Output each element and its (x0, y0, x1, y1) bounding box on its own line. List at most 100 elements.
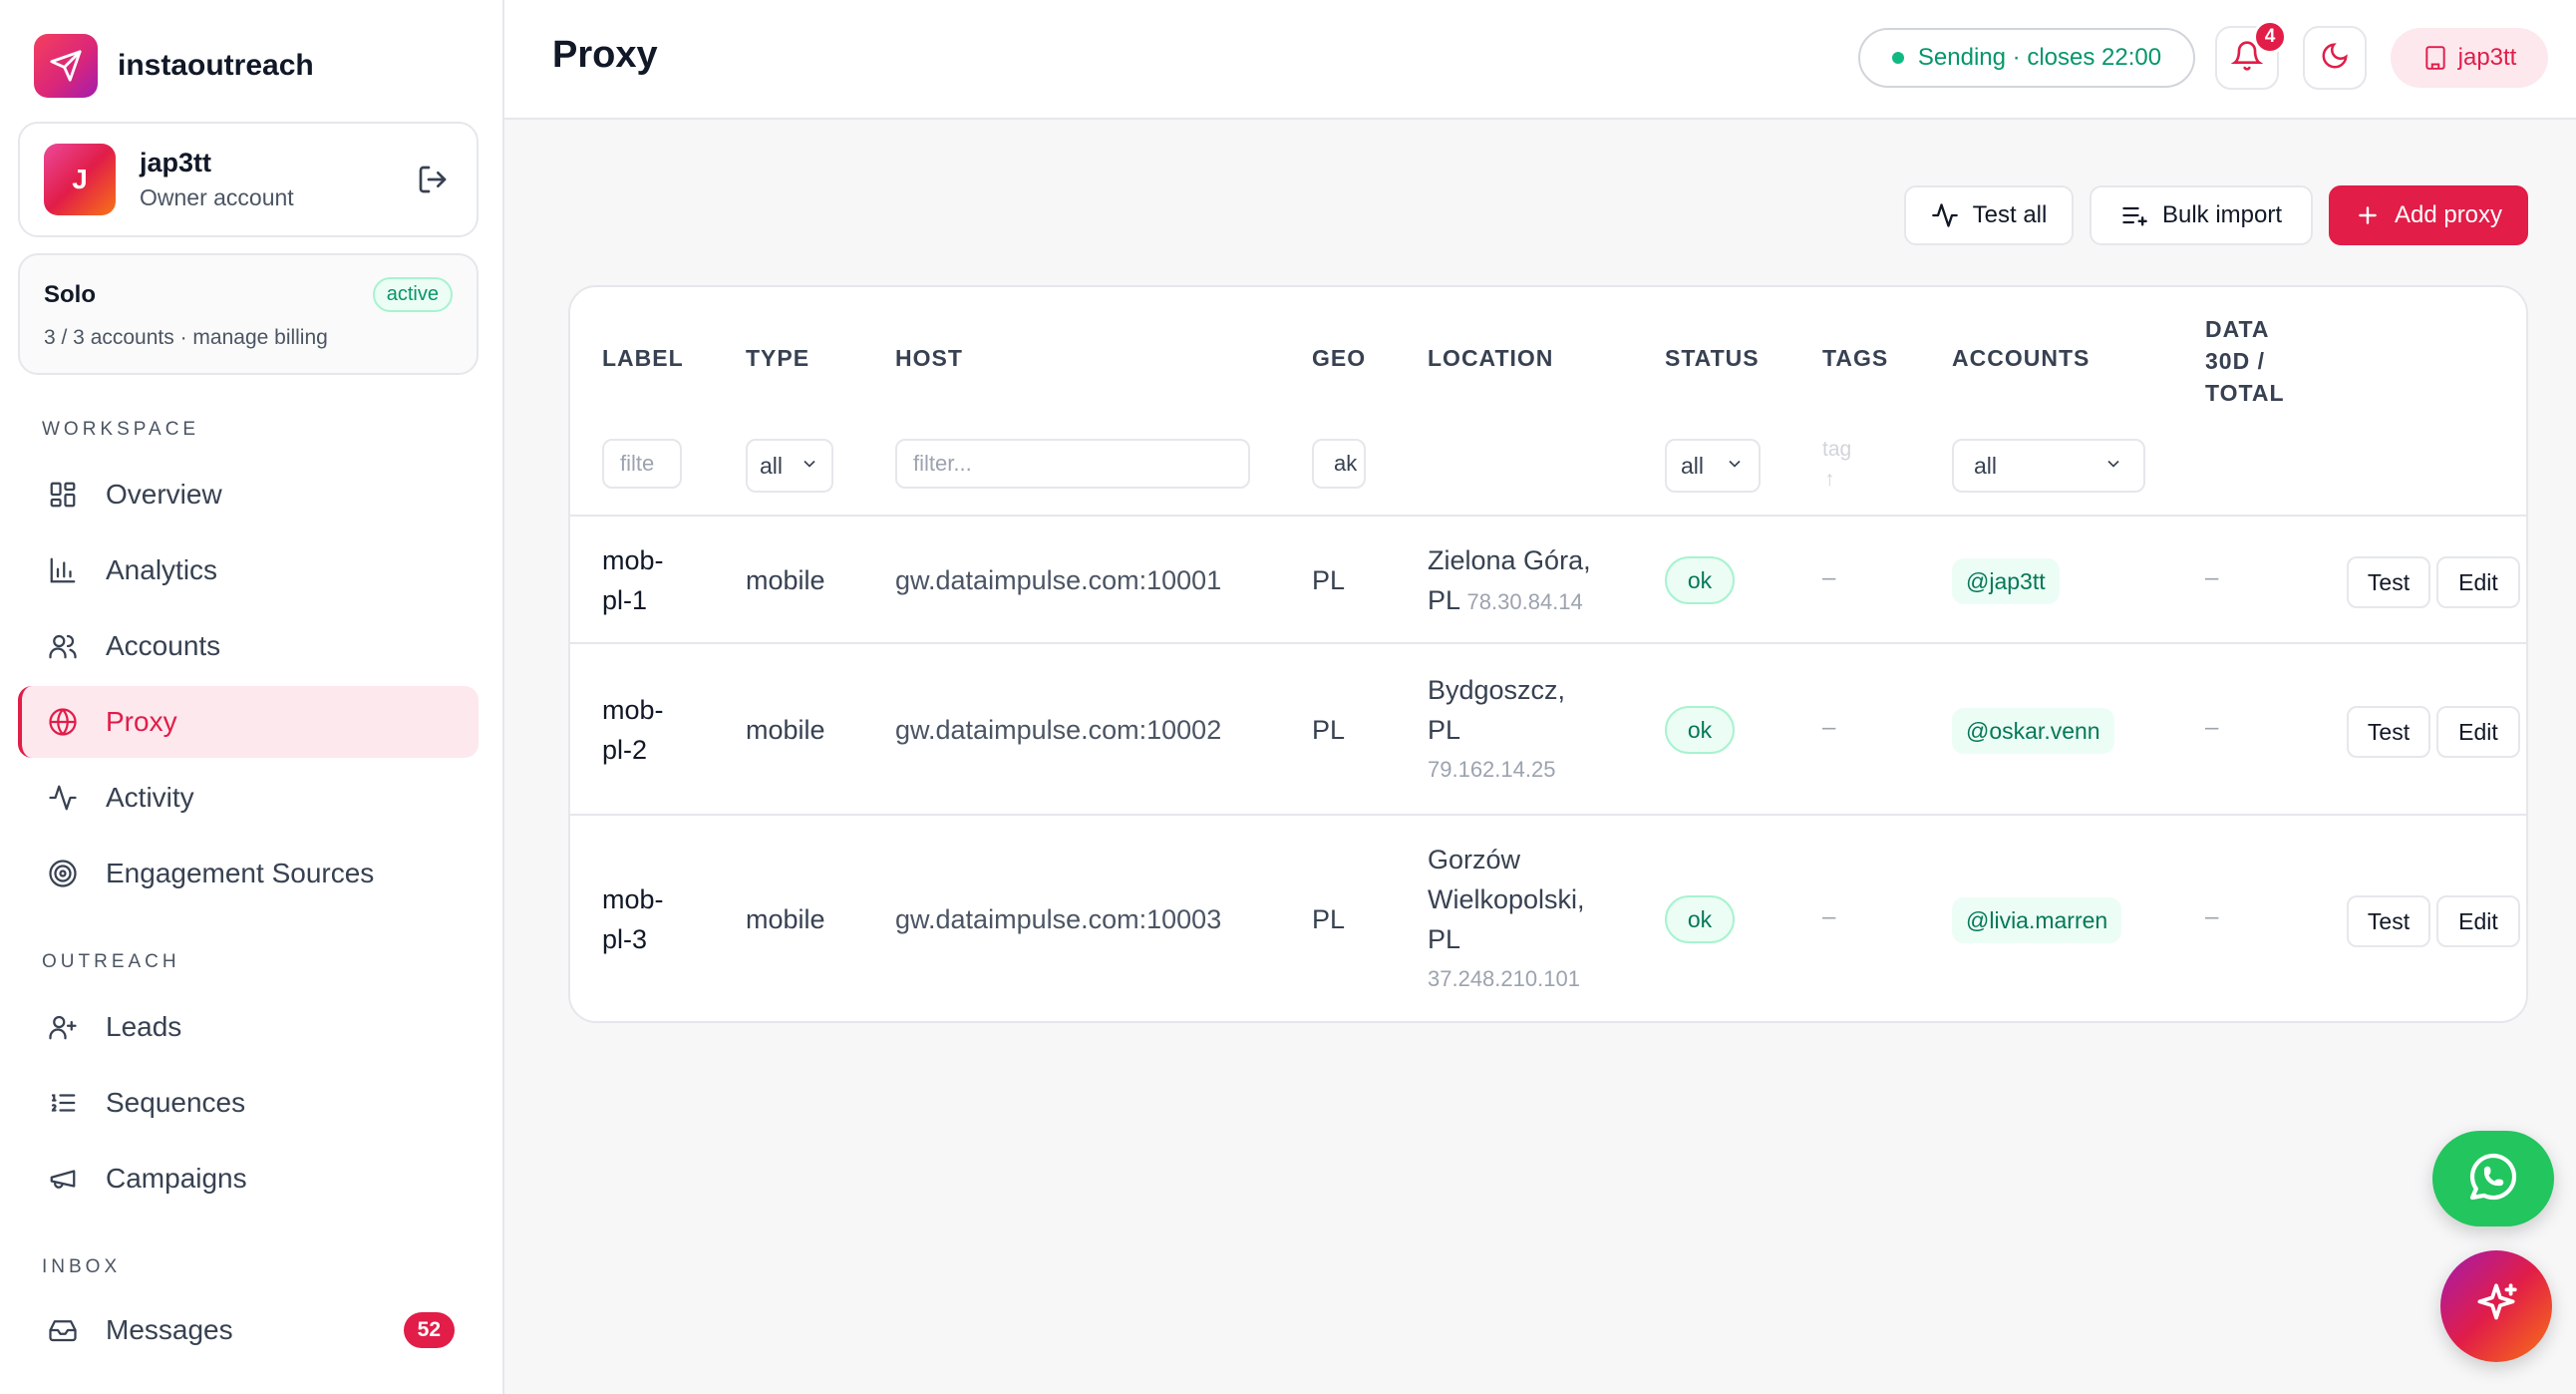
sidebar-item-engagement-sources[interactable]: Engagement Sources (18, 838, 479, 909)
sidebar-item-campaigns[interactable]: Campaigns (18, 1143, 479, 1215)
sending-status-text: Sending · closes 22:00 (1917, 44, 2162, 71)
col-header-location[interactable]: LOCATION (1428, 345, 1553, 372)
activity-icon (1931, 201, 1959, 229)
col-header-data-line: 30D / (2205, 348, 2265, 374)
sidebar-item-analytics[interactable]: Analytics (18, 534, 479, 606)
building-icon (2422, 45, 2448, 71)
plan-status-badge: active (372, 277, 453, 312)
sidebar-item-leads[interactable]: Leads (18, 991, 479, 1063)
megaphone-icon (46, 1162, 80, 1196)
user-menu-chip[interactable]: jap3tt (2391, 28, 2548, 88)
status-filter-value: all (1681, 452, 1705, 479)
top-header: Proxy Sending · closes 22:00 4 jap3tt (504, 0, 2576, 120)
activity-icon (46, 781, 80, 815)
plan-name: Solo (44, 280, 96, 308)
brand[interactable]: instaoutreach (34, 34, 314, 98)
proxy-data-usage: – (2205, 903, 2219, 930)
status-dot (1891, 52, 1904, 64)
add-proxy-button[interactable]: Add proxy (2329, 185, 2528, 245)
account-chip[interactable]: @livia.marren (1952, 897, 2122, 943)
host-filter-input[interactable]: filter... (895, 439, 1250, 489)
proxy-label-line: mob- (602, 884, 664, 914)
col-header-label[interactable]: LABEL (602, 345, 684, 372)
col-header-status[interactable]: STATUS (1665, 345, 1760, 372)
add-proxy-label: Add proxy (2394, 201, 2503, 228)
theme-toggle-button[interactable] (2303, 26, 2367, 90)
proxy-data-usage: – (2205, 564, 2219, 591)
whatsapp-button[interactable] (2432, 1131, 2554, 1226)
edit-proxy-button[interactable]: Edit (2436, 706, 2520, 758)
account-chip[interactable]: @jap3tt (1952, 558, 2060, 604)
sidebar-item-sequences[interactable]: Sequences (18, 1067, 479, 1139)
list-plus-icon (2120, 201, 2148, 229)
col-header-tags[interactable]: TAGS (1822, 345, 1888, 372)
edit-proxy-button[interactable]: Edit (2436, 556, 2520, 608)
sending-status-pill[interactable]: Sending · closes 22:00 (1858, 28, 2195, 88)
logout-icon[interactable] (413, 160, 453, 199)
col-header-data[interactable]: DATA 30D / TOTAL (2205, 313, 2285, 409)
plan-card[interactable]: Solo active 3 / 3 accounts · manage bill… (18, 253, 479, 375)
col-header-accounts[interactable]: ACCOUNTS (1952, 345, 2090, 372)
tags-filter[interactable]: tag ↑ (1822, 435, 1851, 495)
test-proxy-button[interactable]: Test (2347, 706, 2430, 758)
sidebar-item-accounts[interactable]: Accounts (18, 610, 479, 682)
proxy-ip: 79.162.14.25 (1428, 757, 1556, 782)
bar-chart-icon (46, 553, 80, 587)
chevron-down-icon (1725, 453, 1745, 480)
whatsapp-icon (2465, 1149, 2521, 1210)
test-proxy-button[interactable]: Test (2347, 556, 2430, 608)
sidebar-item-label: Accounts (106, 630, 221, 661)
proxy-label-line: pl-3 (602, 924, 648, 954)
plan-usage[interactable]: 3 / 3 accounts · manage billing (44, 326, 453, 350)
sidebar-item-activity[interactable]: Activity (18, 762, 479, 834)
user-name: jap3tt (140, 148, 212, 177)
accounts-filter-select[interactable]: all (1952, 439, 2145, 493)
edit-proxy-button[interactable]: Edit (2436, 895, 2520, 947)
tags-filter-placeholder: tag (1822, 438, 1852, 461)
proxy-host: gw.dataimpulse.com:10003 (895, 904, 1222, 934)
proxy-geo: PL (1312, 565, 1346, 595)
proxy-label-line: pl-2 (602, 735, 648, 765)
col-header-type[interactable]: TYPE (746, 345, 809, 372)
bulk-import-button[interactable]: Bulk import (2090, 185, 2313, 245)
notification-count-badge: 4 (2253, 20, 2287, 54)
sidebar-item-overview[interactable]: Overview (18, 459, 479, 530)
chevron-down-icon (2103, 453, 2123, 480)
sidebar-item-messages[interactable]: Messages 52 (18, 1294, 479, 1366)
accounts-filter-value: all (1974, 452, 1998, 479)
notifications-button[interactable]: 4 (2215, 20, 2287, 90)
avatar: J (44, 144, 116, 215)
geo-filter-input[interactable]: ak (1312, 439, 1366, 489)
section-workspace: WORKSPACE (42, 419, 200, 440)
sidebar-item-label: Overview (106, 479, 222, 510)
test-proxy-button[interactable]: Test (2347, 895, 2430, 947)
proxy-tags: – (1822, 903, 1836, 930)
label-filter-input[interactable]: filte (602, 439, 682, 489)
ai-assistant-button[interactable] (2440, 1250, 2552, 1362)
sidebar-item-label: Proxy (106, 706, 177, 737)
globe-icon (46, 705, 80, 739)
brand-name: instaoutreach (118, 49, 314, 82)
type-filter-select[interactable]: all (746, 439, 833, 493)
location-line: Gorzów (1428, 845, 1521, 874)
chevron-down-icon (800, 453, 819, 480)
col-header-host[interactable]: HOST (895, 345, 963, 372)
proxy-table: LABEL TYPE HOST GEO LOCATION STATUS TAGS… (568, 285, 2528, 1023)
proxy-tags: – (1822, 564, 1836, 591)
test-all-button[interactable]: Test all (1904, 185, 2074, 245)
sidebar-item-proxy[interactable]: Proxy (18, 686, 479, 758)
send-icon (34, 34, 98, 98)
col-header-geo[interactable]: GEO (1312, 345, 1366, 372)
account-chip[interactable]: @oskar.venn (1952, 708, 2114, 754)
proxy-ip: 78.30.84.14 (1466, 589, 1583, 614)
location-line: PL (1428, 585, 1460, 615)
proxy-data-usage: – (2205, 714, 2219, 741)
row-divider (570, 515, 2526, 517)
col-header-data-line: DATA (2205, 316, 2270, 342)
status-filter-select[interactable]: all (1665, 439, 1761, 493)
target-icon (46, 857, 80, 890)
user-card[interactable]: J jap3tt Owner account (18, 122, 479, 237)
arrow-up-icon: ↑ (1824, 468, 1835, 491)
status-badge: ok (1665, 895, 1735, 943)
sidebar-item-label: Analytics (106, 554, 218, 585)
